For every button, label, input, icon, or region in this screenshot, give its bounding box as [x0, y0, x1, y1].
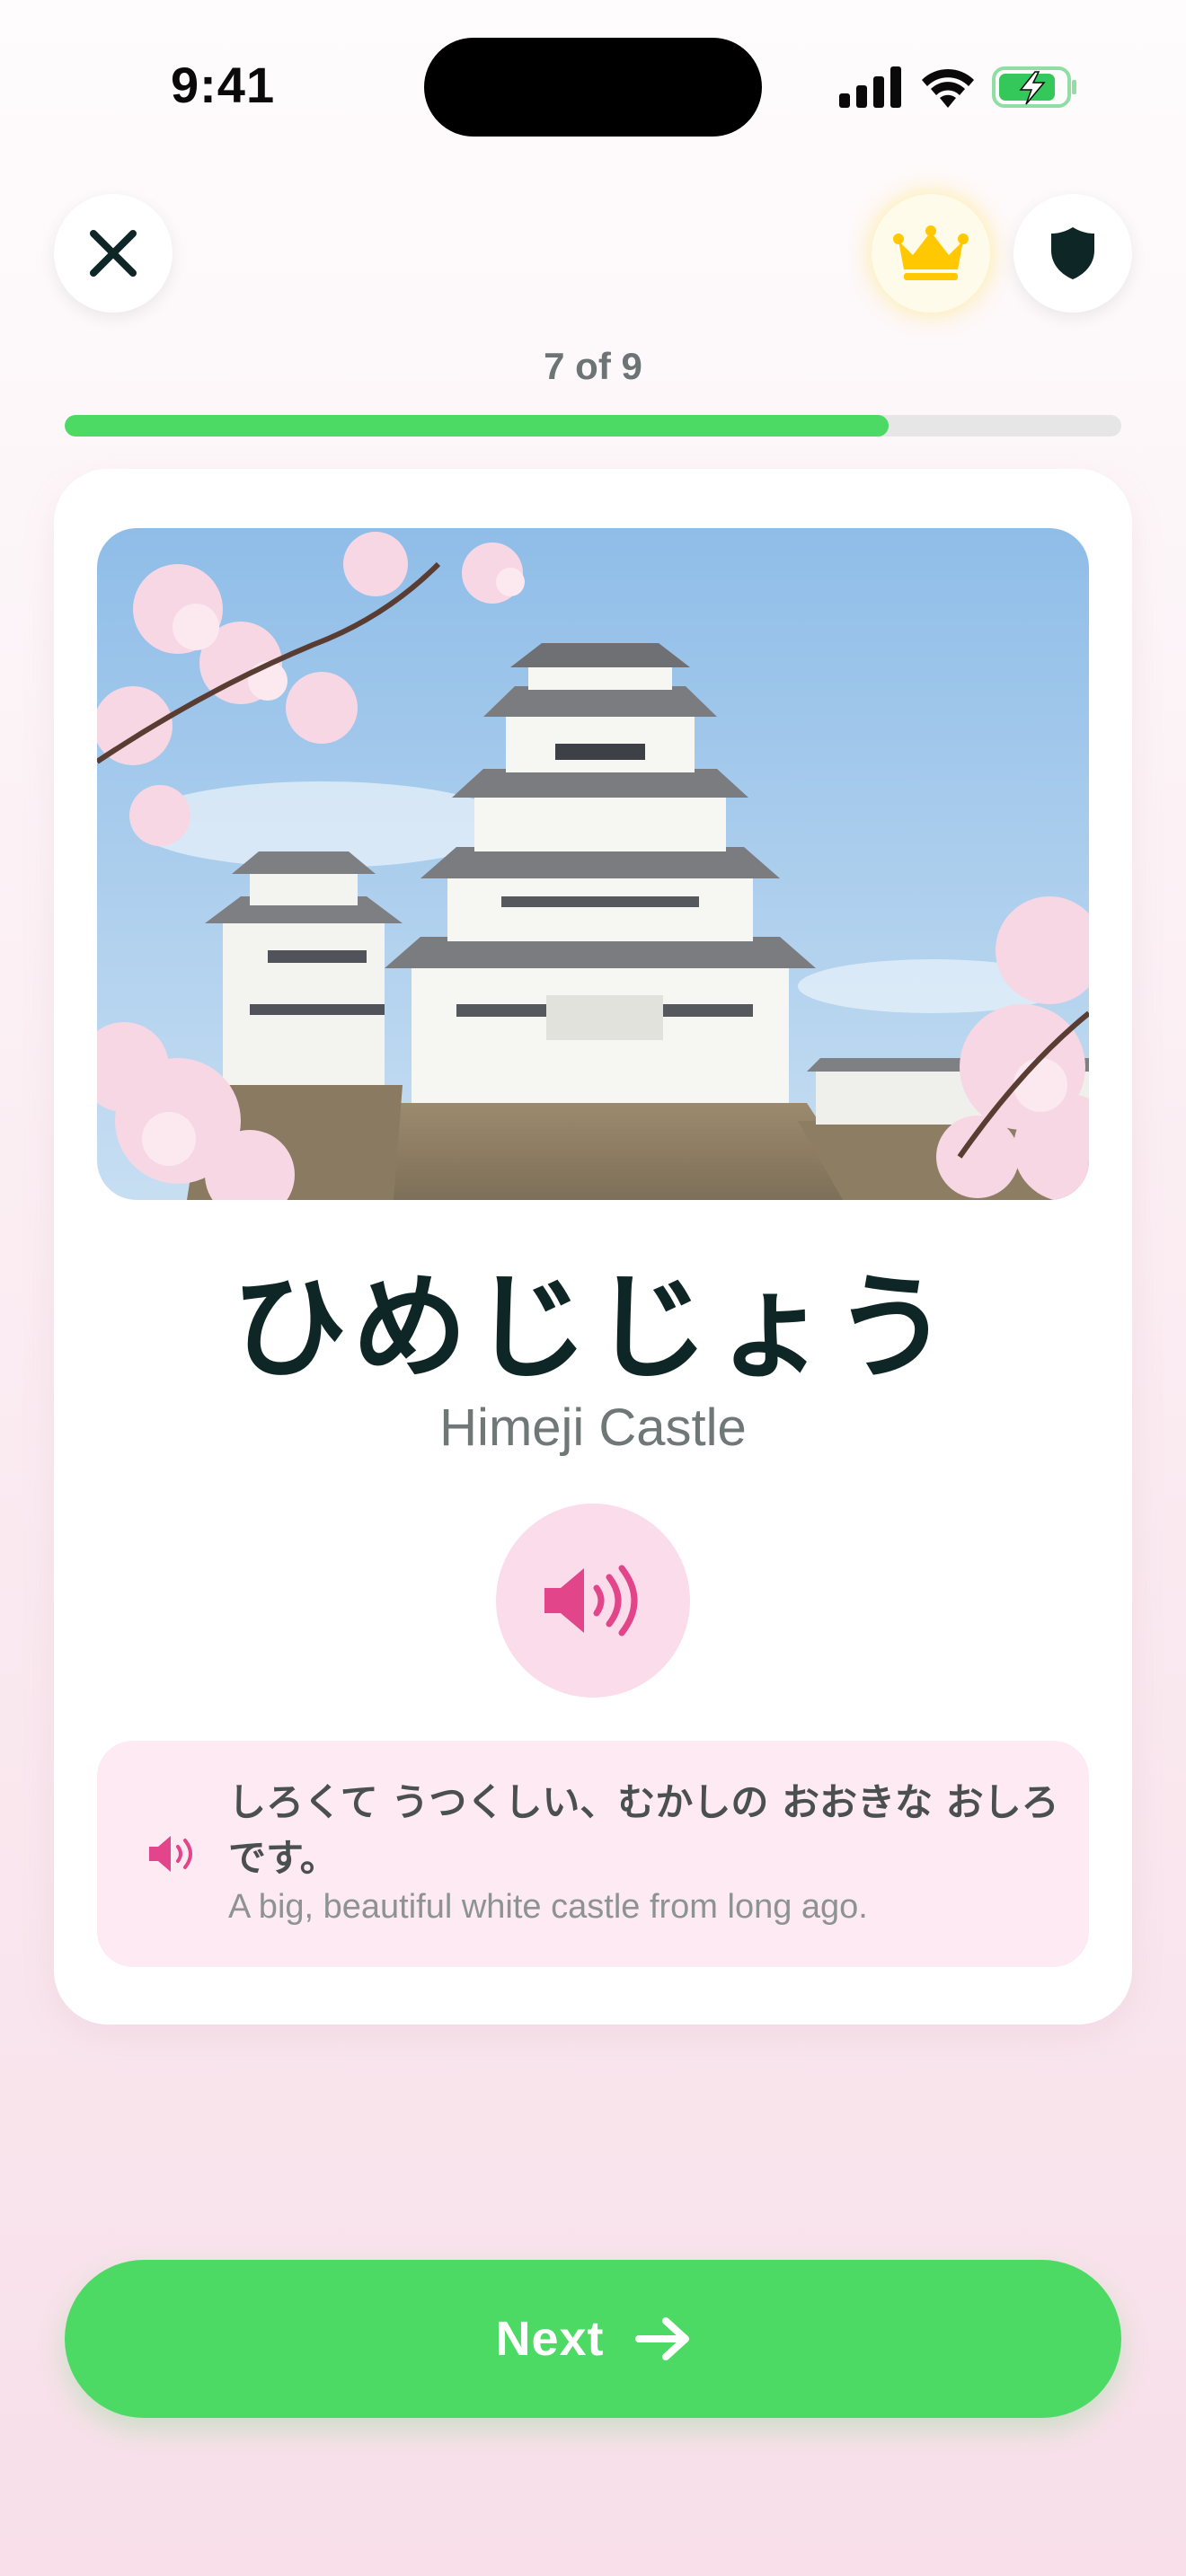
example-english: A big, beautiful white castle from long …	[228, 1888, 868, 1926]
battery-charging-icon	[992, 66, 1076, 108]
play-audio-button[interactable]	[496, 1504, 690, 1698]
progress-label: 7 of 9	[544, 345, 642, 387]
speaker-icon[interactable]	[147, 1832, 201, 1875]
vocab-word: ひめじじょう	[231, 1261, 954, 1395]
cellular-signal-icon	[839, 66, 901, 108]
next-button-label: Next	[495, 2312, 605, 2366]
progress-bar	[65, 415, 1121, 437]
vocab-card: ひめじじょう Himeji Castle しろくて うつくしい、むかしの おおき…	[54, 469, 1132, 2025]
wifi-icon	[922, 68, 974, 108]
example-japanese: しろくて うつくしい、むかしの おおきな おしろです。	[228, 1780, 1059, 1880]
premium-button[interactable]	[872, 194, 990, 313]
castle-photo	[97, 528, 1089, 1200]
vocab-translation: Himeji Castle	[439, 1398, 747, 1457]
close-icon	[90, 230, 137, 277]
arrow-right-icon	[634, 2317, 689, 2360]
next-button[interactable]: Next	[65, 2260, 1121, 2418]
shield-icon	[1051, 227, 1094, 279]
close-button[interactable]	[54, 194, 173, 313]
dynamic-island	[424, 38, 762, 137]
crown-icon	[893, 225, 969, 280]
example-sentence-box[interactable]: しろくて うつくしい、むかしの おおきな おしろです。 A big, beaut…	[97, 1741, 1089, 1967]
shield-button[interactable]	[1013, 194, 1132, 313]
progress-fill	[65, 415, 890, 437]
speaker-icon	[544, 1565, 638, 1636]
status-time: 9:41	[171, 57, 276, 113]
